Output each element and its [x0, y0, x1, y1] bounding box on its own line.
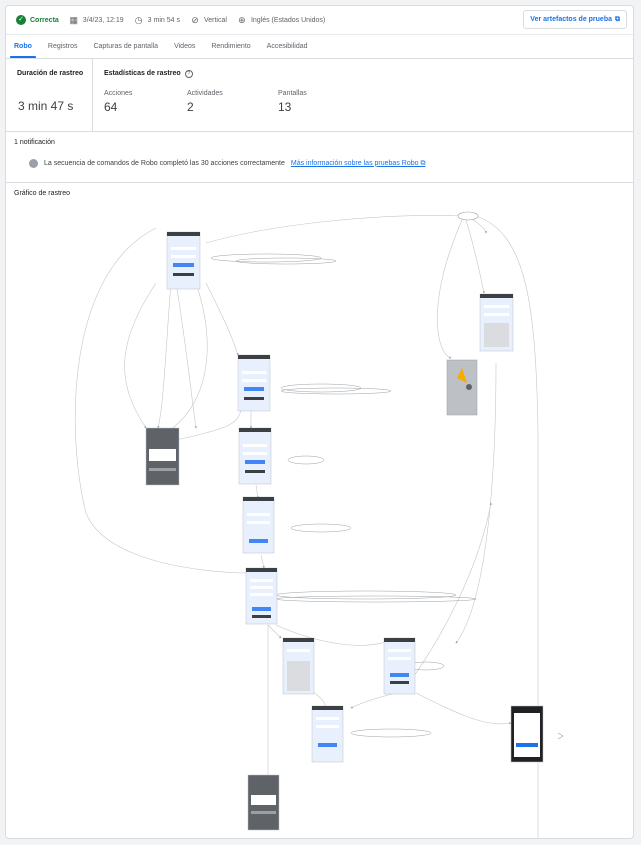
status-label: Correcta — [30, 16, 59, 24]
crawl-stats: Duración de rastreo 3 min 47 s Estadísti… — [6, 59, 633, 132]
crawl-graph[interactable] — [6, 183, 633, 838]
duration-value: 3 min 54 s — [147, 16, 180, 24]
graph-edges — [74, 212, 539, 838]
actions-label: Acciones — [104, 90, 133, 97]
results-card: ✓ Correcta ▦ 3/4/23, 12:19 ◷ 3 min 54 s … — [5, 5, 634, 839]
tab-screenshots[interactable]: Capturas de pantalla — [85, 35, 166, 58]
test-summary-bar: ✓ Correcta ▦ 3/4/23, 12:19 ◷ 3 min 54 s … — [6, 6, 633, 35]
self-loop-edges — [210, 253, 477, 738]
crawl-duration-panel: Duración de rastreo 3 min 47 s — [6, 59, 93, 131]
view-artifacts-button[interactable]: Ver artefactos de prueba ⧉ — [523, 10, 627, 29]
duration-item: ◷ 3 min 54 s — [134, 15, 180, 25]
learn-more-text: Más información sobre las pruebas Robo — [290, 159, 419, 167]
dialog-screen-node[interactable] — [247, 774, 280, 831]
screens-value: 13 — [278, 100, 292, 114]
help-icon[interactable]: ? — [184, 70, 193, 78]
locale-item: ⊕ Inglés (Estados Unidos) — [237, 15, 325, 25]
open-in-new-icon: ⧉ — [615, 15, 620, 23]
robo-learn-more-link[interactable]: Más información sobre las pruebas Robo ⧉ — [291, 160, 426, 168]
notification-count: 1 notificación — [14, 139, 55, 146]
add-product-node-1[interactable] — [242, 496, 275, 554]
calendar-icon: ▦ — [69, 15, 79, 25]
orientation-item: ⊘ Vertical — [190, 15, 227, 25]
notification-message: La secuencia de comandos de Robo complet… — [44, 160, 285, 167]
add-product-node-6[interactable] — [479, 293, 514, 352]
tab-videos[interactable]: Videos — [166, 35, 203, 58]
dangling-end-node — [557, 732, 564, 740]
status-item: ✓ Correcta — [16, 15, 59, 25]
screens-label: Pantallas — [278, 90, 307, 97]
app-start-node[interactable] — [457, 211, 479, 221]
notifications-section: 1 notificación La secuencia de comandos … — [6, 132, 633, 183]
graph-nodes — [145, 211, 564, 831]
globe-icon: ⊕ — [238, 15, 246, 25]
popup-screen-node[interactable] — [510, 705, 544, 763]
notification-row: La secuencia de comandos de Robo complet… — [29, 159, 425, 168]
tab-logs[interactable]: Registros — [40, 35, 86, 58]
robo-icon — [29, 159, 38, 168]
tab-bar: Robo Registros Capturas de pantalla Vide… — [6, 35, 633, 59]
crawl-stats-label: Estadísticas de rastreo ? — [104, 70, 193, 78]
tab-accessibility[interactable]: Accesibilidad — [259, 35, 316, 58]
locale-value: Inglés (Estados Unidos) — [250, 16, 326, 24]
date-item: ▦ 3/4/23, 12:19 — [69, 15, 124, 25]
check-circle-icon: ✓ — [16, 15, 26, 25]
login-screen-node[interactable] — [166, 231, 201, 290]
add-product-node-4[interactable] — [383, 637, 416, 695]
timer-icon: ◷ — [134, 15, 143, 25]
actions-value: 64 — [104, 100, 118, 114]
date-value: 3/4/23, 12:19 — [82, 16, 124, 24]
activities-label: Actividades — [187, 90, 223, 97]
orientation-value: Vertical — [203, 16, 227, 24]
tab-robo[interactable]: Robo — [6, 35, 40, 58]
crawl-duration-value: 3 min 47 s — [18, 99, 74, 113]
login-screen-3-node[interactable] — [238, 427, 272, 485]
crawl-duration-label: Duración de rastreo — [17, 70, 84, 77]
add-product-node-5[interactable] — [311, 705, 344, 763]
crawl-graph-section: Gráfico de rastreo — [6, 183, 633, 838]
tab-performance[interactable]: Rendimiento — [203, 35, 258, 58]
add-product-node-2[interactable] — [245, 567, 278, 625]
orientation-icon: ⊘ — [191, 15, 199, 25]
firebase-screen-node[interactable] — [446, 359, 478, 416]
view-artifacts-label: Ver artefactos de prueba — [530, 16, 612, 23]
add-product-node-3[interactable] — [282, 637, 315, 695]
login-screen-2-node[interactable] — [237, 354, 271, 412]
crawl-stats-title: Estadísticas de rastreo — [104, 70, 181, 77]
activities-value: 2 — [187, 100, 194, 114]
login-dialog-node[interactable] — [145, 427, 180, 486]
